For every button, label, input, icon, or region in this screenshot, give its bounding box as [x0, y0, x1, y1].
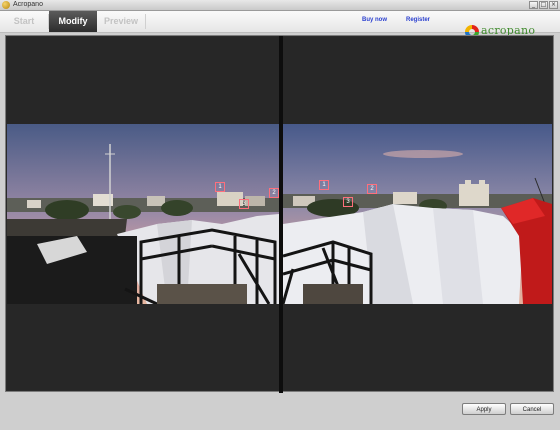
- control-point-left-1[interactable]: 1: [215, 182, 225, 192]
- toolbar: Start Modify Preview Buy now Register ac…: [0, 11, 560, 39]
- window-controls: _ □ ×: [529, 1, 558, 9]
- window-titlebar: Acropano _ □ ×: [0, 0, 560, 11]
- control-point-right-3[interactable]: 3: [343, 197, 353, 207]
- apply-button[interactable]: Apply: [462, 403, 506, 415]
- maximize-button[interactable]: □: [539, 1, 548, 9]
- cancel-button[interactable]: Cancel: [510, 403, 554, 415]
- tab-preview[interactable]: Preview: [97, 11, 145, 32]
- tab-start[interactable]: Start: [0, 11, 48, 32]
- buy-now-link[interactable]: Buy now: [362, 17, 387, 23]
- close-button[interactable]: ×: [549, 1, 558, 9]
- left-panorama-photo[interactable]: [7, 124, 279, 304]
- right-panorama-photo[interactable]: [283, 124, 552, 304]
- control-point-right-1[interactable]: 1: [319, 180, 329, 190]
- control-point-left-2[interactable]: 2: [269, 188, 279, 198]
- app-icon: [2, 1, 10, 9]
- left-image-pane[interactable]: 1 2 3: [7, 37, 279, 390]
- tab-separator: [145, 14, 146, 29]
- editor-stage: 1 2 3 1 2 3: [5, 35, 554, 393]
- tab-modify[interactable]: Modify: [49, 11, 97, 32]
- register-link[interactable]: Register: [406, 17, 430, 23]
- right-image-pane[interactable]: 1 2 3: [283, 37, 552, 390]
- window-title: Acropano: [13, 1, 43, 8]
- control-point-left-3[interactable]: 3: [239, 199, 249, 209]
- control-point-right-2[interactable]: 2: [367, 184, 377, 194]
- minimize-button[interactable]: _: [529, 1, 538, 9]
